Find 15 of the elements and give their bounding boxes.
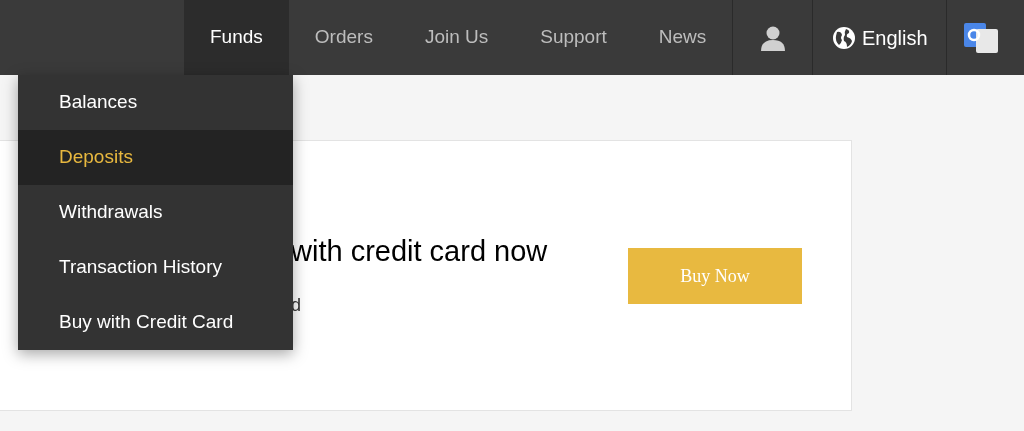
- translate-icon[interactable]: [964, 22, 999, 53]
- globe-icon: [832, 25, 856, 50]
- menu-item[interactable]: Deposits: [18, 130, 293, 185]
- user-icon: [759, 24, 786, 51]
- menu-item[interactable]: Buy with Credit Card: [18, 295, 293, 350]
- nav-tab[interactable]: Support: [514, 0, 633, 75]
- nav-tab[interactable]: Funds: [184, 0, 289, 75]
- nav-tab[interactable]: News: [632, 0, 733, 75]
- promo-heading: with credit card now: [291, 237, 548, 266]
- nav-tab[interactable]: Orders: [288, 0, 399, 75]
- language-button[interactable]: English: [812, 0, 947, 75]
- menu-item[interactable]: Transaction History: [18, 240, 293, 295]
- nav-tab[interactable]: Join Us: [398, 0, 515, 75]
- menu-item[interactable]: Withdrawals: [18, 185, 293, 240]
- menu-item[interactable]: Balances: [18, 75, 293, 130]
